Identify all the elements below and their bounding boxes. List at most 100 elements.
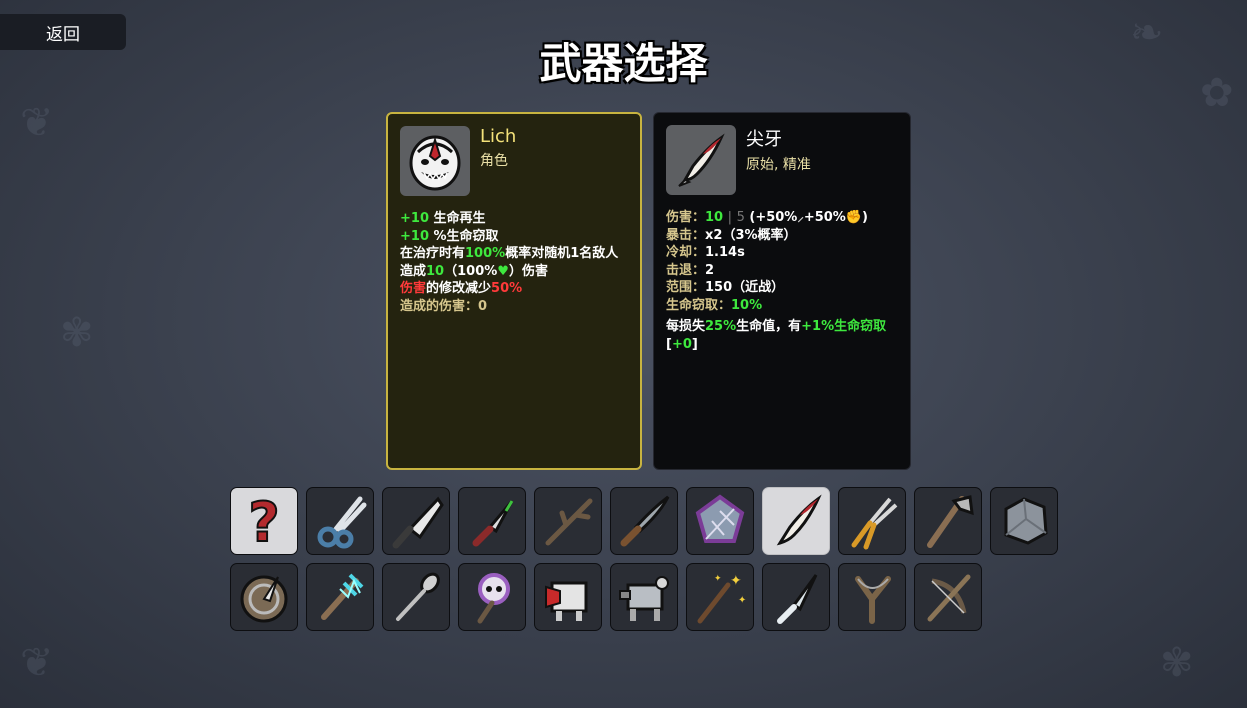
knockback-line: 击退：2 [666,262,898,280]
shiv-icon [777,574,818,624]
background-coral-icon: ❦ [20,100,54,146]
character-type: 角色 [480,153,508,169]
heal-effect-line: 在治疗时有100%概率对随机1名敌人造成10（100%♥）伤害 [400,245,628,280]
weapon-slot-knife[interactable] [458,487,526,555]
text: 生命窃取： [666,297,732,313]
lich-mask-icon [400,126,470,196]
stat-label: 生命再生 [433,211,486,226]
magic-wand-icon: ✦ ✦ ✦ [697,573,746,624]
cleaver-icon [392,496,444,549]
text: 100% [465,246,506,261]
scissors-icon [317,496,367,549]
text: 150（近战） [705,280,785,295]
slingshot-icon [855,576,891,624]
stat-line: +10 生命再生 [400,210,628,228]
crit-line: 暴击：x2（3%概率） [666,227,898,245]
weapon-slot-machete[interactable] [610,487,678,555]
text: 2 [705,262,715,278]
svg-text:✦: ✦ [730,573,742,589]
weapon-slot-spiky-shield[interactable] [686,487,754,555]
text: 冷却： [666,245,706,260]
text: 1.14s [705,245,745,260]
character-panel: Lich 角色 +10 生命再生 +10 %生命窃取 在治疗时有100%概率对随… [386,112,642,470]
weapon-slot-stick[interactable] [534,487,602,555]
weapon-slot-random[interactable]: ? [230,487,298,555]
weapon-slot-spoon[interactable] [382,563,450,631]
fang-icon [776,494,822,546]
text: 伤害： [666,210,706,225]
weapon-slot-hatchet[interactable] [914,487,982,555]
text: x2（3%概率） [705,227,797,243]
text: 击退： [666,262,706,278]
megaphone-turret-icon [545,581,588,621]
weapon-slot-skull-wand[interactable] [458,563,526,631]
text: 的修改减少 [426,281,492,296]
character-name: Lich [480,126,517,147]
text: | [727,210,733,225]
weapon-slot-slingshot[interactable] [838,563,906,631]
strength-icon: ✊ [845,210,863,225]
spiky-shield-icon [695,494,745,543]
text: ] [691,336,698,352]
weapon-slot-turret[interactable] [610,563,678,631]
machete-icon [620,495,670,547]
text: +0 [671,336,692,352]
text: 10 [705,210,724,225]
damage-dealt-line: 造成的伤害：0 [400,298,628,316]
weapon-slot-rock[interactable] [990,487,1058,555]
text: 10% [731,297,763,313]
taser-icon [321,573,364,620]
special-effect-line: 每损失25%生命值，有+1%生命窃取[+0] [666,318,898,353]
weapon-stats: 伤害：10 | 5 (+50%⸝+50%✊) 暴击：x2（3%概率） 冷却：1.… [666,209,898,353]
background-coral-icon: ✾ [60,310,94,356]
text: 25% [705,319,737,334]
text: （100% [444,263,498,279]
random-question-icon: ? [247,491,280,551]
heart-icon: ♥ [497,263,509,279]
text: 5 [736,210,745,225]
character-stats: +10 生命再生 +10 %生命窃取 在治疗时有100%概率对随机1名敌人造成1… [400,210,628,315]
weapon-slot-magic-wand[interactable]: ✦ ✦ ✦ [686,563,754,631]
damage-line: 伤害：10 | 5 (+50%⸝+50%✊) [666,209,898,227]
text: +50% [803,210,846,225]
text: 0 [478,298,488,314]
weapon-slot-taser[interactable] [306,563,374,631]
text: 范围： [666,280,706,295]
weapon-tags: 原始, 精准 [746,157,811,173]
text: 在治疗时有 [400,246,466,261]
stat-value: +10 [400,211,429,226]
fang-icon [666,125,736,195]
weapon-slot-fang-selected[interactable] [762,487,830,555]
weapon-slot-shiv[interactable] [762,563,830,631]
stat-value: +10 [400,228,429,244]
weapon-slot-spiked-buckler[interactable] [230,563,298,631]
spoon-icon [396,572,440,621]
background-coral-icon: ✾ [1160,640,1194,686]
text: 10 [426,263,445,279]
stat-line: +10 %生命窃取 [400,228,628,246]
page-title: 武器选择 [539,39,708,88]
damage-mod-line: 伤害的修改减少50% [400,280,628,298]
stick-icon [545,498,593,546]
rock-icon [1004,497,1048,545]
crossbow-icon [927,574,971,622]
weapon-panel: 尖牙 原始, 精准 伤害：10 | 5 (+50%⸝+50%✊) 暴击：x2（3… [653,112,911,470]
spiked-buckler-icon [240,575,288,623]
weapon-slot-megaphone-turret[interactable] [534,563,602,631]
svg-text:?: ? [248,491,279,551]
svg-text:✦: ✦ [738,595,746,606]
hatchet-icon [927,495,974,548]
weapon-slot-scissors[interactable] [306,487,374,555]
text: 每损失 [666,319,706,334]
weapon-slot-crossbow[interactable] [914,563,982,631]
text: 伤害 [400,281,427,296]
text: ) [862,210,868,225]
text: +1%生命窃取 [801,319,887,334]
background-coral-icon: ❦ [20,640,54,686]
text: 50% [491,281,523,296]
weapon-slot-pruner[interactable] [838,487,906,555]
weapon-slot-cleaver[interactable] [382,487,450,555]
skull-wand-icon [477,573,510,624]
cooldown-line: 冷却：1.14s [666,244,898,262]
text: 生命值，有 [736,319,802,334]
